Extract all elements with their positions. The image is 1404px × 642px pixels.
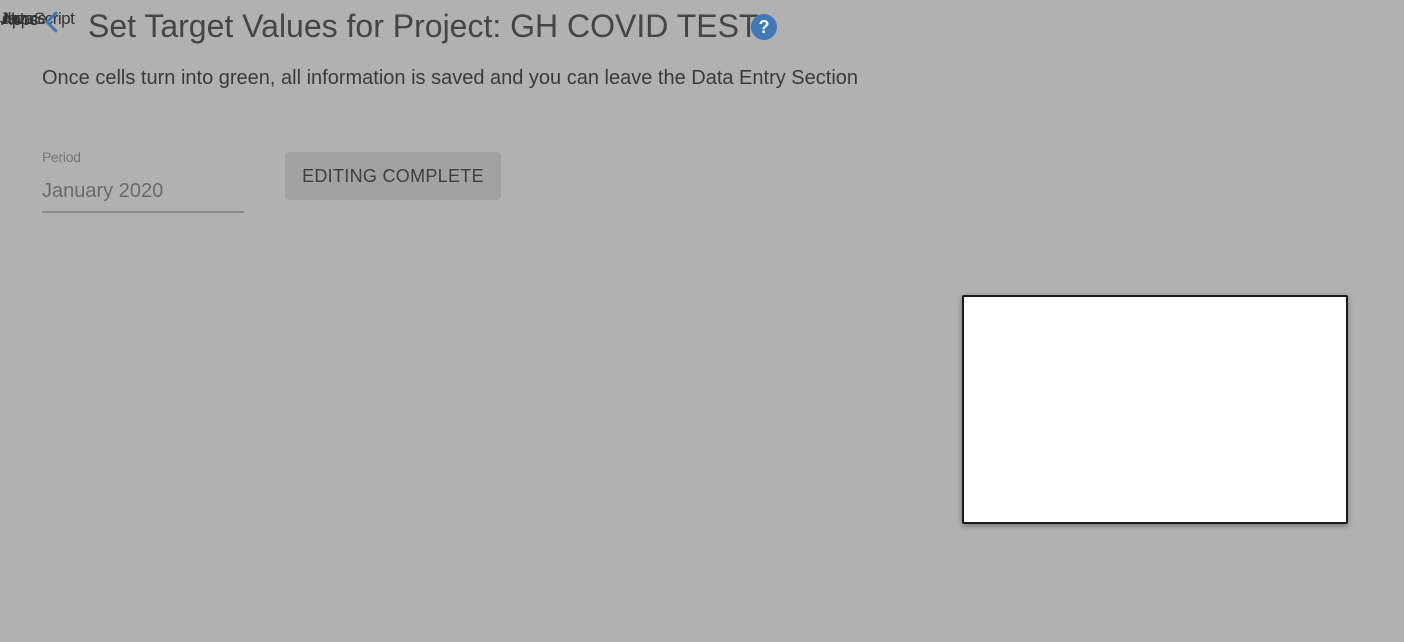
question-circle-icon[interactable]: ? bbox=[750, 13, 778, 41]
page-title: Set Target Values for Project: GH COVID … bbox=[88, 8, 759, 44]
period-value[interactable]: January 2020 bbox=[42, 180, 163, 203]
period-label: Period bbox=[42, 149, 81, 165]
arrow-left-icon[interactable] bbox=[38, 8, 66, 36]
target-values-page: JavaScript Apps Home data Set Target Val… bbox=[0, 0, 1404, 642]
svg-text:?: ? bbox=[759, 17, 770, 37]
period-underline bbox=[42, 211, 244, 213]
overlap-label-data[interactable]: data bbox=[2, 9, 34, 29]
period-select[interactable]: Period January 2020 bbox=[42, 146, 244, 214]
dialog-box bbox=[962, 295, 1348, 524]
editing-complete-button[interactable]: EDITING COMPLETE bbox=[285, 152, 501, 200]
info-message: Once cells turn into green, all informat… bbox=[42, 67, 859, 89]
